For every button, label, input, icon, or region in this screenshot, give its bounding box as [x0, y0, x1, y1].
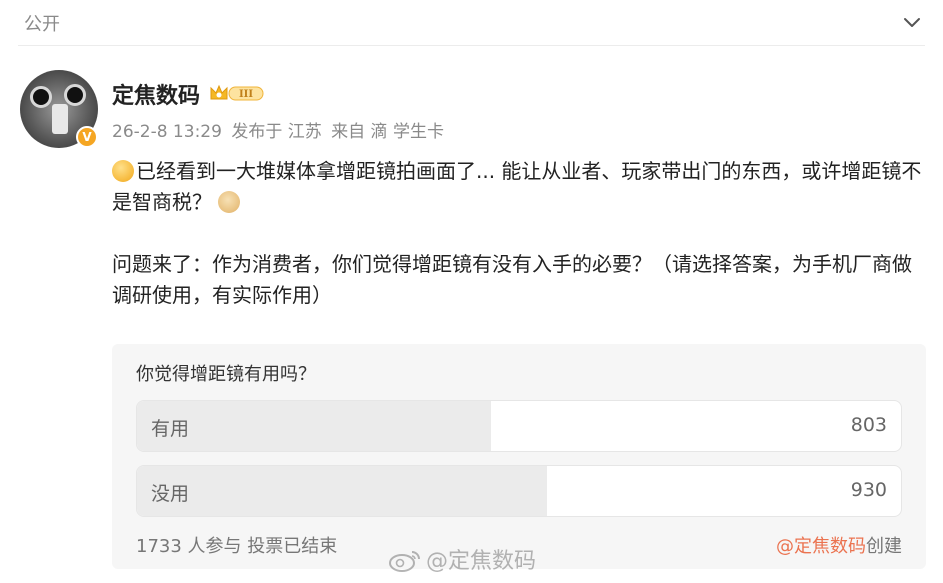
poll-option-count: 803 — [850, 414, 887, 436]
post-paragraph-1: 已经看到一大堆媒体拿增距镜拍画面了... 能让从业者、玩家带出门的东西，或许增距… — [112, 156, 924, 218]
verified-badge-icon: V — [76, 126, 98, 148]
poll-creator: @定焦数码创建 — [776, 532, 902, 558]
poll-option-useless[interactable]: 没用 930 — [136, 465, 902, 517]
avatar-lens-left — [30, 86, 52, 108]
poll-option-useful[interactable]: 有用 803 — [136, 400, 902, 452]
crown-level-badge-icon[interactable]: III — [209, 83, 265, 103]
poll-option-bar — [137, 466, 547, 516]
post-paragraph-2: 问题来了：作为消费者，你们觉得增距镜有没有入手的必要？（请选择答案，为手机厂商做… — [112, 252, 912, 307]
poll-creator-suffix: 创建 — [866, 536, 902, 557]
poll-creator-mention[interactable]: @定焦数码 — [776, 536, 866, 557]
poll-option-bar — [137, 401, 492, 451]
chevron-down-icon[interactable] — [900, 10, 924, 34]
poll-summary: 1733 人参与 投票已结束 — [136, 536, 338, 557]
weibo-logo-icon — [389, 551, 420, 572]
post-location: 发布于 江苏 — [231, 122, 322, 142]
poll-question: 你觉得增距镜有用吗？ — [136, 364, 316, 385]
watermark-text: @定焦数码 — [426, 549, 537, 574]
poll-option-label: 有用 — [151, 418, 190, 440]
avatar-lens-right — [64, 84, 86, 106]
post-source: 来自 滴 学生卡 — [331, 122, 444, 142]
level-text: III — [239, 89, 253, 100]
post-meta: 26-2-8 13:29 发布于 江苏 来自 滴 学生卡 — [112, 117, 448, 142]
visibility-label: 公开 — [24, 14, 60, 35]
doge-emoji-icon — [218, 191, 240, 213]
divider — [18, 45, 925, 46]
yummy-emoji-icon — [112, 160, 134, 182]
post-time[interactable]: 26-2-8 13:29 — [112, 122, 222, 142]
watermark: @定焦数码 — [388, 543, 536, 575]
poll-option-label: 没用 — [151, 483, 190, 505]
post-body: 已经看到一大堆媒体拿增距镜拍画面了... 能让从业者、玩家带出门的东西，或许增距… — [112, 156, 924, 311]
poll-card: 你觉得增距镜有用吗？ 有用 803 没用 930 1733 人参与 投票已结束 … — [112, 344, 926, 569]
username[interactable]: 定焦数码 — [112, 78, 200, 110]
visibility-bar: 公开 — [0, 0, 943, 46]
poll-option-count: 930 — [850, 479, 887, 501]
avatar-device — [52, 104, 68, 134]
